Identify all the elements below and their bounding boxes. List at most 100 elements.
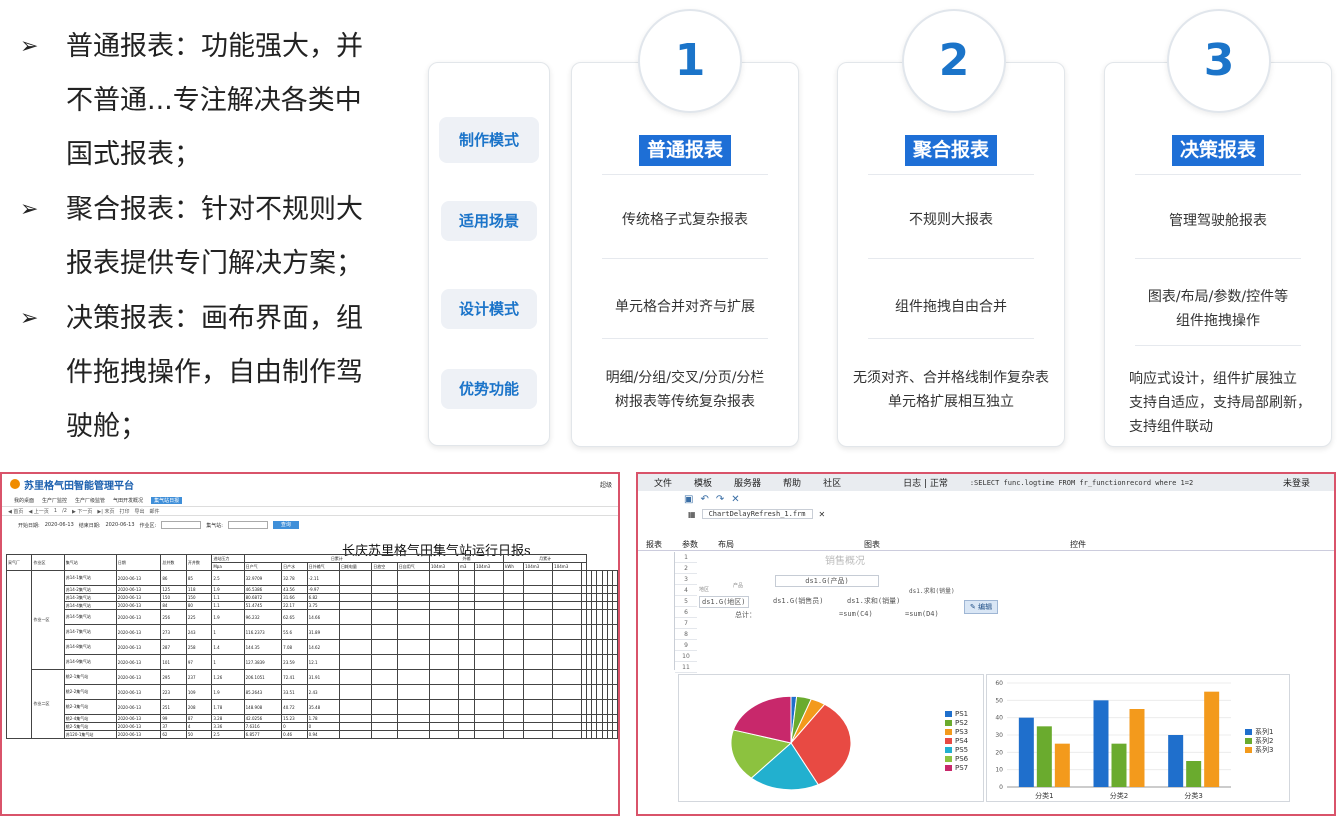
table-row: 作业二区 桃2-1集气站 2020-06-13 295 237 1.26 206.1051 7… — [7, 669, 618, 739]
bar-legend: 系列1 系列2 系列3 — [1245, 727, 1273, 754]
area-select[interactable] — [161, 521, 202, 529]
table-cell — [457, 722, 476, 731]
table-cell — [457, 669, 476, 685]
salesman-cell[interactable]: ds1.G(销售员) — [773, 596, 824, 606]
redo-icon[interactable]: ↷ — [716, 494, 724, 505]
table-cell: 桃2-2集气站 — [63, 684, 117, 700]
prev-page-button[interactable]: ◀ 上一页 — [28, 508, 48, 515]
ribbon-layout[interactable]: 布局 — [718, 539, 734, 550]
table-cell — [428, 585, 460, 594]
menu-template[interactable]: 模板 — [694, 476, 712, 489]
station-label: 集气站: — [206, 522, 223, 529]
table-cell — [611, 699, 618, 715]
table-unit: 104m3 — [428, 562, 460, 571]
menu-item[interactable]: 气田开发概况 — [113, 497, 143, 504]
bar — [1204, 691, 1220, 787]
export-button[interactable]: 导出 — [135, 508, 145, 515]
sheet-title-cell[interactable]: 销售概况 — [825, 552, 865, 567]
end-date-field[interactable]: 2020-06-13 — [105, 522, 134, 528]
table-row: 苏14-5集气站 2020-06-13 256 225 1.9 96.232 62.65 14… — [7, 609, 618, 625]
table-cell — [428, 609, 460, 625]
divider — [868, 338, 1034, 339]
table-cell — [523, 669, 554, 685]
number-badge: 1 — [638, 9, 742, 113]
table-cell — [611, 609, 618, 625]
pie-chart-panel[interactable]: PS1 PS2 PS3 PS4 PS5 PS6 PS7 — [678, 674, 984, 802]
page-input[interactable]: 1 — [54, 508, 57, 514]
divider — [602, 174, 768, 175]
table-cell — [396, 654, 430, 670]
table-cell — [552, 722, 583, 731]
table-cell — [338, 624, 373, 640]
y-tick-label: 0 — [999, 784, 1003, 791]
corner-label: 产品 — [733, 583, 744, 589]
table-cell: 208 — [185, 699, 213, 715]
bullet-line: 件拖拽操作，自由制作驾 — [66, 357, 363, 388]
undo-icon[interactable]: ↶ — [700, 494, 708, 505]
table-unit: kWh — [503, 562, 525, 571]
table-cell — [428, 730, 460, 739]
menu-item[interactable]: 生产厂级监管 — [75, 497, 105, 504]
table-cell — [396, 714, 430, 723]
menu-file[interactable]: 文件 — [654, 476, 672, 489]
ribbon-params[interactable]: 参数 — [682, 539, 698, 550]
menu-item[interactable]: 生产厂监控 — [42, 497, 67, 504]
mail-button[interactable]: 邮件 — [150, 508, 160, 515]
table-cell: 2020-06-13 — [115, 570, 162, 586]
table-cell: 1.1 — [211, 593, 245, 602]
bar-chart-panel[interactable]: 0 10 20 30 40 50 60 分类1 分类2 分类3 系列1 系列2 系列3 — [986, 674, 1290, 802]
table-cell — [552, 601, 583, 610]
table-header: 集气站 — [63, 554, 117, 571]
menu-help[interactable]: 帮助 — [783, 476, 801, 489]
ribbon-report[interactable]: 报表 — [646, 539, 662, 550]
table-cell: 2.5 — [211, 570, 245, 586]
region-cell[interactable]: ds1.G(地区) — [699, 596, 749, 608]
query-button[interactable]: 查询 — [272, 521, 299, 529]
sum-cell[interactable]: ds1.求和(销量) — [909, 586, 955, 595]
table-cell: 2.5 — [211, 730, 245, 739]
ribbon-charts[interactable]: 图表 — [864, 539, 880, 550]
table-header: 日放空 — [371, 562, 398, 571]
table-cell: 14.62 — [306, 639, 340, 655]
corner-label: 地区 — [699, 587, 710, 593]
formula-cell[interactable]: =sum(D4) — [905, 610, 939, 618]
close-icon[interactable]: ✕ — [731, 494, 739, 505]
edit-button[interactable]: ✎ 编辑 — [964, 600, 999, 614]
first-page-button[interactable]: ◀ 首页 — [8, 508, 23, 515]
start-date-field[interactable]: 2020-06-13 — [45, 522, 74, 528]
login-status[interactable]: 未登录 — [1283, 476, 1310, 489]
table-cell — [338, 585, 373, 594]
table-cell — [611, 624, 618, 640]
product-cell[interactable]: ds1.G(产品) — [775, 575, 879, 587]
table-cell: 23.59 — [281, 654, 308, 670]
table-cell: 14.66 — [306, 609, 340, 625]
tab-close-icon[interactable]: ✕ — [819, 510, 826, 519]
table-cell — [523, 699, 554, 715]
print-button[interactable]: 打印 — [120, 508, 130, 515]
table-cell: 206.1051 — [243, 669, 283, 685]
template-tab[interactable]: ChartDelayRefresh_1.frm — [701, 509, 813, 519]
page-total: /2 — [62, 508, 67, 514]
table-cell: 127.3839 — [243, 654, 283, 670]
label-scenario: 适用场景 — [441, 201, 537, 241]
sum-cell[interactable]: ds1.求和(销量) — [847, 596, 900, 606]
grid-icon[interactable]: ▦ — [688, 510, 696, 519]
table-cell: 3.28 — [211, 714, 245, 723]
save-icon[interactable]: ▣ — [684, 494, 693, 505]
table-cell — [474, 654, 505, 670]
formula-cell[interactable]: =sum(C4) — [839, 610, 873, 618]
next-page-button[interactable]: ▶ 下一页 — [72, 508, 92, 515]
table-cell — [503, 730, 525, 739]
menu-item[interactable]: 我的桌面 — [14, 497, 34, 504]
last-page-button[interactable]: ▶| 末页 — [97, 508, 114, 515]
menu-item-active[interactable]: 集气站日报 — [151, 496, 183, 504]
card-adv: 明细/分组/交叉/分页/分栏 — [605, 370, 765, 386]
table-cell: 62.65 — [281, 609, 308, 625]
station-select[interactable] — [227, 521, 268, 529]
ribbon-widgets[interactable]: 控件 — [1070, 539, 1086, 550]
table-cell — [503, 699, 525, 715]
menu-community[interactable]: 社区 — [823, 476, 841, 489]
table-cell: 251 — [160, 699, 187, 715]
table-cell: 2020-06-13 — [115, 714, 162, 723]
menu-server[interactable]: 服务器 — [734, 476, 761, 489]
